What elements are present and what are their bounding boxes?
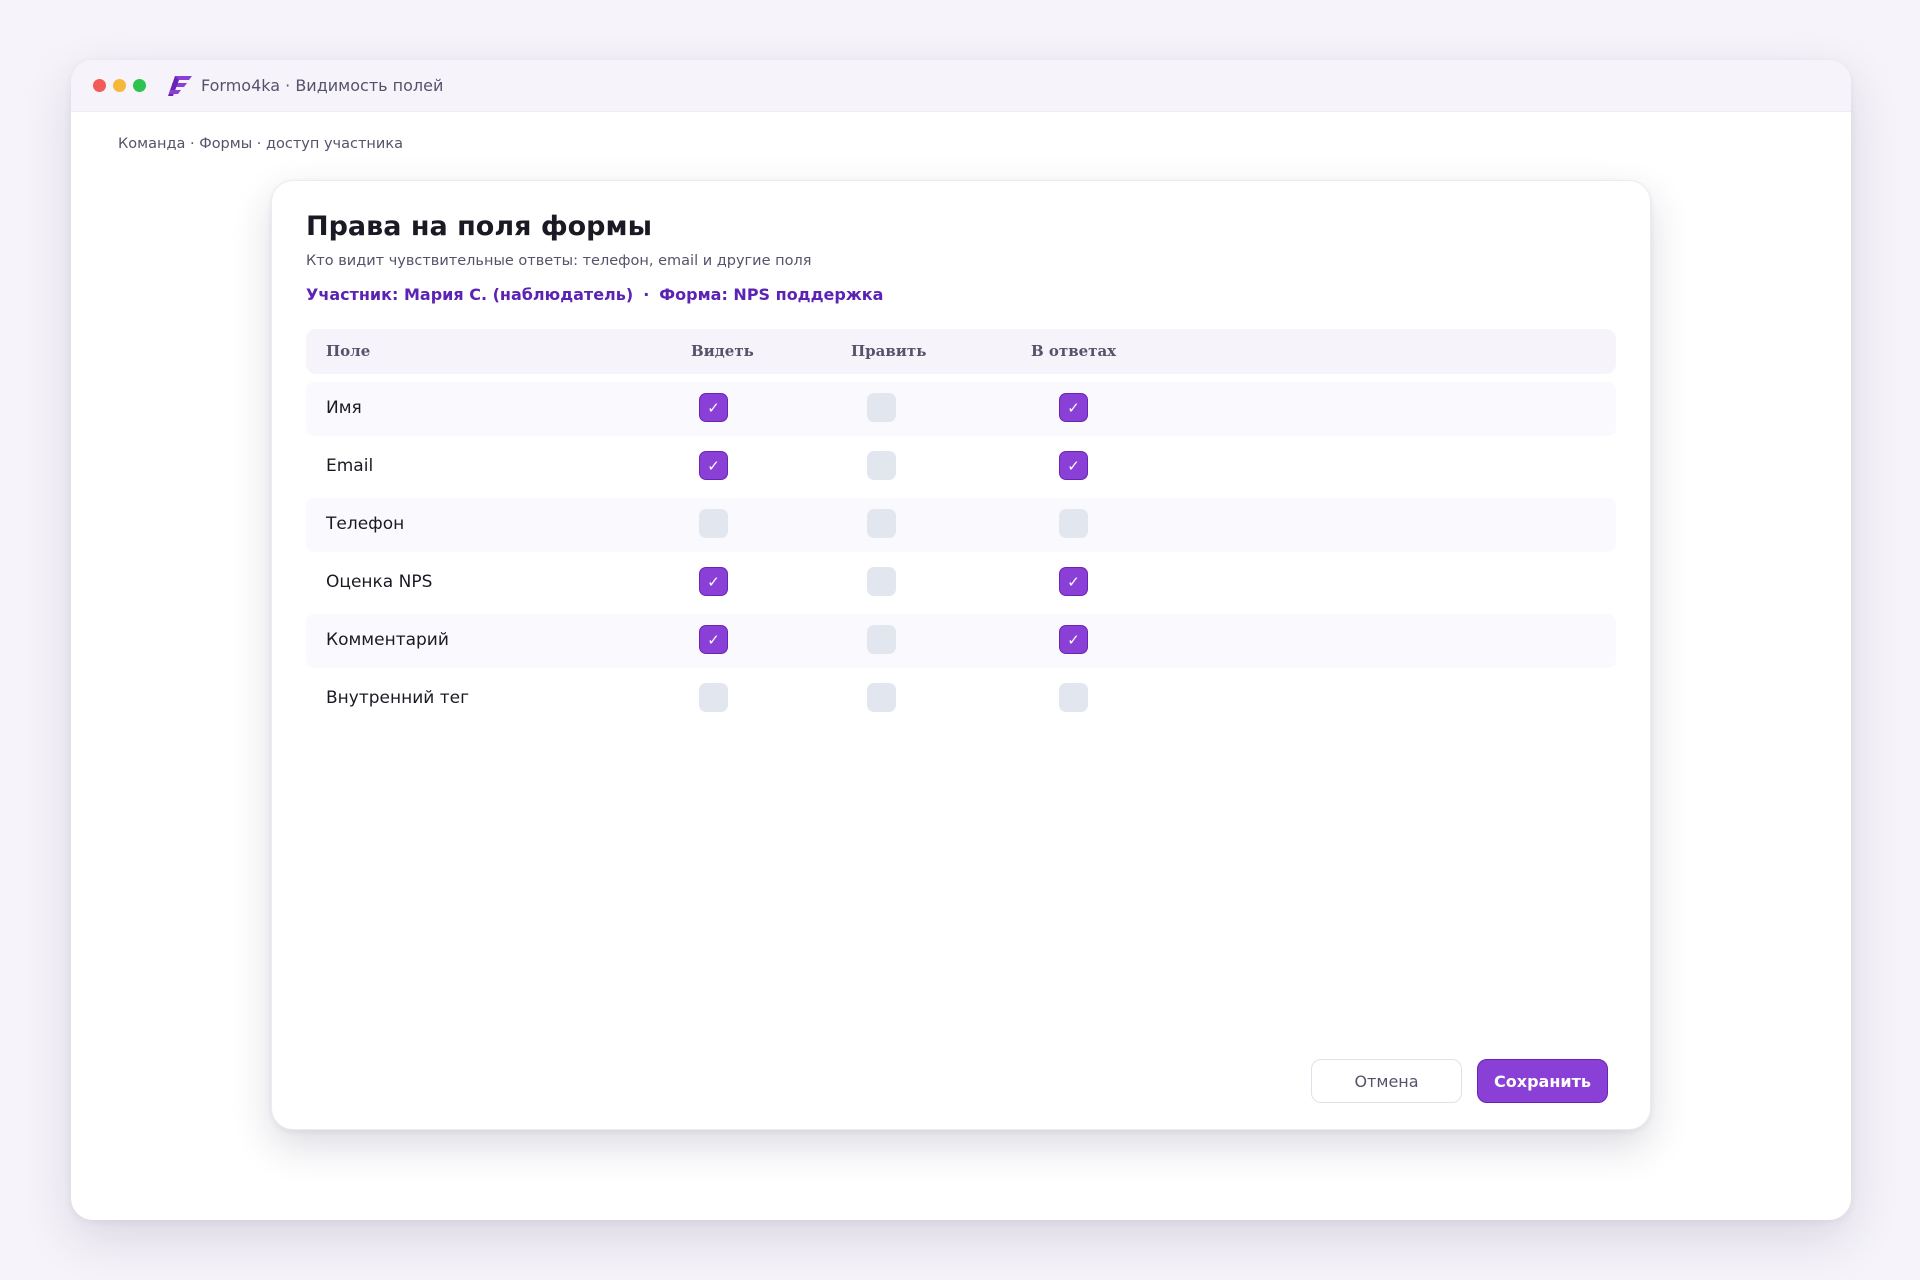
- permissions-table: Поле Видеть Править В ответах Имя ✓ ✓ Email…: [306, 329, 1616, 726]
- edit-checkbox[interactable]: [867, 451, 896, 480]
- edit-checkbox[interactable]: [867, 683, 896, 712]
- form-label: Форма: NPS поддержка: [659, 285, 884, 304]
- view-checkbox[interactable]: [699, 683, 728, 712]
- edit-checkbox[interactable]: [867, 393, 896, 422]
- breadcrumb[interactable]: Команда · Формы · доступ участника: [118, 136, 403, 152]
- check-icon: ✓: [1067, 630, 1080, 649]
- field-name: Внутренний тег: [326, 688, 470, 708]
- context-separator: ·: [643, 285, 650, 304]
- view-checkbox[interactable]: ✓: [699, 451, 728, 480]
- edit-checkbox[interactable]: [867, 567, 896, 596]
- check-icon: ✓: [1067, 456, 1080, 475]
- table-row: Имя ✓ ✓: [306, 382, 1616, 436]
- field-name: Комментарий: [326, 630, 449, 650]
- table-row: Комментарий ✓ ✓: [306, 614, 1616, 668]
- field-name: Телефон: [326, 514, 405, 534]
- dialog-title: Права на поля формы: [306, 211, 652, 242]
- check-icon: ✓: [1067, 572, 1080, 591]
- check-icon: ✓: [707, 572, 720, 591]
- table-row: Телефон: [306, 498, 1616, 552]
- app-window: Formo4ka · Видимость полей Команда · Фор…: [71, 60, 1851, 1220]
- check-icon: ✓: [707, 398, 720, 417]
- maximize-window-button[interactable]: [133, 79, 146, 92]
- column-header-in-responses: В ответах: [1031, 342, 1117, 360]
- check-icon: ✓: [1067, 398, 1080, 417]
- view-checkbox[interactable]: ✓: [699, 625, 728, 654]
- table-row: Email ✓ ✓: [306, 440, 1616, 494]
- minimize-window-button[interactable]: [113, 79, 126, 92]
- table-row: Внутренний тег: [306, 672, 1616, 726]
- in-responses-checkbox[interactable]: ✓: [1059, 567, 1088, 596]
- field-name: Оценка NPS: [326, 572, 433, 592]
- edit-checkbox[interactable]: [867, 509, 896, 538]
- app-title: Formo4ka · Видимость полей: [201, 76, 444, 95]
- field-name: Имя: [326, 398, 362, 418]
- field-name: Email: [326, 456, 374, 476]
- in-responses-checkbox[interactable]: ✓: [1059, 625, 1088, 654]
- view-checkbox[interactable]: ✓: [699, 393, 728, 422]
- view-checkbox[interactable]: [699, 509, 728, 538]
- cancel-button[interactable]: Отмена: [1311, 1059, 1462, 1103]
- in-responses-checkbox[interactable]: ✓: [1059, 451, 1088, 480]
- title-bar: Formo4ka · Видимость полей: [71, 60, 1851, 112]
- edit-checkbox[interactable]: [867, 625, 896, 654]
- check-icon: ✓: [707, 456, 720, 475]
- dialog-subtitle: Кто видит чувствительные ответы: телефон…: [306, 253, 812, 269]
- view-checkbox[interactable]: ✓: [699, 567, 728, 596]
- table-header: Поле Видеть Править В ответах: [306, 329, 1616, 374]
- check-icon: ✓: [707, 630, 720, 649]
- permission-context: Участник: Мария С. (наблюдатель) · Форма: …: [306, 285, 883, 304]
- column-header-edit: Править: [851, 342, 927, 360]
- formo4ka-logo-icon: [168, 75, 192, 96]
- column-header-field: Поле: [326, 342, 371, 360]
- in-responses-checkbox[interactable]: [1059, 509, 1088, 538]
- save-button[interactable]: Сохранить: [1477, 1059, 1608, 1103]
- in-responses-checkbox[interactable]: ✓: [1059, 393, 1088, 422]
- table-body: Имя ✓ ✓ Email ✓ ✓ Телефон Оценка NPS ✓ ✓ Комментар…: [306, 382, 1616, 726]
- column-header-view: Видеть: [691, 342, 754, 360]
- close-window-button[interactable]: [93, 79, 106, 92]
- in-responses-checkbox[interactable]: [1059, 683, 1088, 712]
- participant-label: Участник: Мария С. (наблюдатель): [306, 285, 634, 304]
- table-row: Оценка NPS ✓ ✓: [306, 556, 1616, 610]
- field-permissions-dialog: Права на поля формы Кто видит чувствител…: [271, 180, 1651, 1130]
